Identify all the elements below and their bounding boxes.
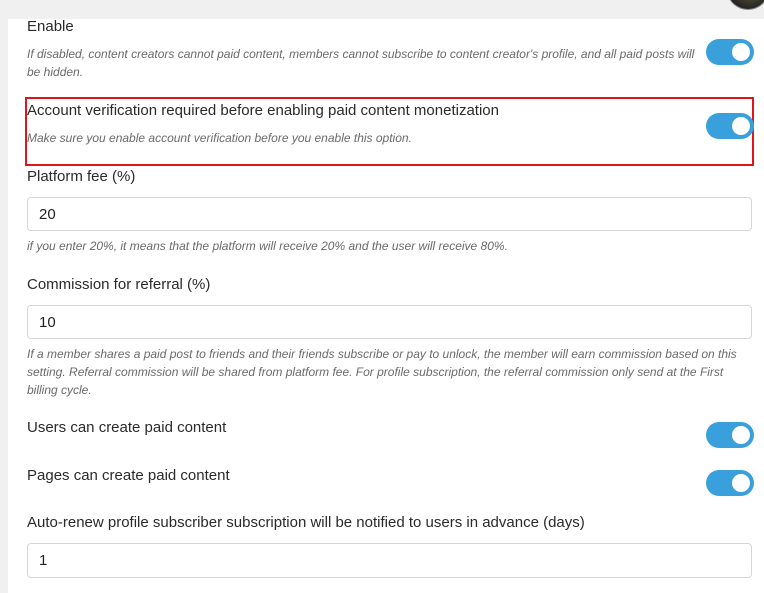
auto-renew-input[interactable] [27,543,752,578]
pages-paid-label: Pages can create paid content [27,467,230,484]
users-paid-label: Users can create paid content [27,419,227,436]
enable-toggle[interactable] [706,39,754,65]
toggle-knob [732,43,750,61]
users-paid-toggle[interactable] [706,422,754,448]
verification-help: Make sure you enable account verificatio… [27,131,412,145]
platform-fee-help: if you enter 20%, it means that the plat… [27,239,508,253]
top-bar [0,0,764,19]
enable-help: If disabled, content creators cannot pai… [27,47,695,79]
toggle-knob [732,117,750,135]
verification-label: Account verification required before ena… [27,102,499,119]
platform-fee-label: Platform fee (%) [27,168,136,185]
commission-help: If a member shares a paid post to friend… [27,347,737,397]
commission-label: Commission for referral (%) [27,276,211,293]
toggle-knob [732,426,750,444]
commission-input[interactable] [27,305,752,339]
platform-fee-input[interactable] [27,197,752,231]
toggle-knob [732,474,750,492]
enable-label: Enable [27,18,74,35]
verification-toggle[interactable] [706,113,754,139]
pages-paid-toggle[interactable] [706,470,754,496]
auto-renew-label: Auto-renew profile subscriber subscripti… [27,514,585,531]
